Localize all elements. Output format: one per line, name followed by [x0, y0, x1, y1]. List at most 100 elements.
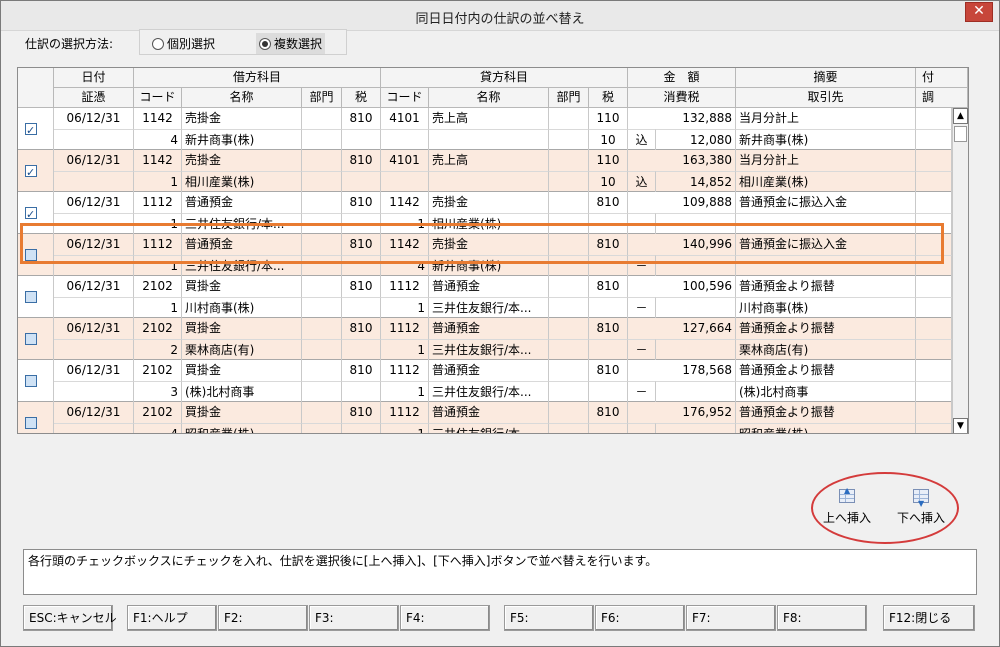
cell-c-code: 4101: [381, 108, 429, 129]
cell-c-sub-name: 三井住友銀行/本...: [429, 381, 549, 402]
cell-tax-mark: －: [628, 255, 656, 276]
insert-down-button[interactable]: ▼ 下へ挿入: [891, 489, 951, 526]
cell-empty: [916, 381, 952, 402]
header-check: [18, 68, 54, 108]
esc-cancel-button[interactable]: ESC:キャンセル: [23, 605, 117, 631]
row-check-cell: [18, 150, 54, 192]
insert-up-button[interactable]: ▲ 上へ挿入: [817, 486, 877, 526]
row-checkbox[interactable]: [25, 249, 37, 261]
row-check-cell: [18, 360, 54, 402]
radio-multiple-dot[interactable]: [259, 37, 271, 50]
cell-c-sub-tax: [589, 213, 628, 234]
cell-voucher: [54, 213, 134, 234]
cell-tax-mark: －: [628, 381, 656, 402]
row-checkbox[interactable]: [25, 121, 37, 141]
grid-rows: 06/12/311142売掛金8104新井商事(株)4101売上高1101013…: [18, 108, 952, 433]
window-title: 同日日付内の仕訳の並べ替え: [415, 12, 585, 27]
row-checkbox[interactable]: [25, 291, 37, 303]
cell-d-sub-name: (株)北村商事: [182, 381, 302, 402]
cell-tax-amount: [656, 297, 736, 318]
radio-individual[interactable]: 個別選択: [152, 35, 215, 52]
cell-empty: [916, 276, 952, 297]
f4-button[interactable]: F4:: [400, 605, 490, 631]
cell-c-code: 4101: [381, 150, 429, 171]
close-button[interactable]: ✕: [965, 2, 993, 22]
f12-close-button[interactable]: F12:閉じる: [883, 605, 975, 631]
cell-voucher: [54, 297, 134, 318]
selection-method-group: 個別選択 複数選択: [139, 29, 347, 55]
insert-up-icon: ▲: [839, 486, 855, 503]
cell-empty: [549, 213, 589, 234]
row-checkbox[interactable]: [25, 417, 37, 429]
cell-date: 06/12/31: [54, 108, 134, 129]
cell-empty: [302, 339, 342, 360]
scroll-thumb[interactable]: [954, 126, 967, 142]
table-row[interactable]: 06/12/311112普通預金8101三井住友銀行/本...1142売掛金81…: [18, 234, 952, 276]
cell-c-sub-code: 1: [381, 213, 429, 234]
table-row[interactable]: 06/12/311142売掛金8104新井商事(株)4101売上高1101013…: [18, 108, 952, 150]
cell-tax-mark: －: [628, 297, 656, 318]
header-credit-dept: 部門: [549, 88, 589, 108]
f3-button[interactable]: F3:: [309, 605, 399, 631]
cell-tax-amount: [656, 213, 736, 234]
row-checkbox[interactable]: [25, 333, 37, 345]
f2-button[interactable]: F2:: [218, 605, 308, 631]
f1-help-button[interactable]: F1:ヘルプ: [127, 605, 217, 631]
selection-method-label: 仕訳の選択方法:: [25, 37, 114, 51]
cell-empty: [549, 276, 589, 297]
scroll-down-button[interactable]: ▼: [953, 418, 968, 433]
cell-date: 06/12/31: [54, 234, 134, 255]
cell-empty: [302, 402, 342, 423]
cell-d-sub-name: 川村商事(株): [182, 297, 302, 318]
cell-d-code: 2102: [134, 276, 182, 297]
radio-multiple[interactable]: 複数選択: [256, 33, 326, 54]
radio-individual-label: 個別選択: [167, 37, 216, 51]
row-check-cell: [18, 318, 54, 360]
header-voucher: 証憑: [54, 88, 134, 108]
cell-empty: [549, 318, 589, 339]
f6-button[interactable]: F6:: [595, 605, 685, 631]
cell-c-sub-tax: [589, 339, 628, 360]
cell-empty: [916, 192, 952, 213]
cell-c-name: 普通預金: [429, 318, 549, 339]
cell-c-code: 1142: [381, 234, 429, 255]
cell-partner: 栗林商店(有): [736, 339, 916, 360]
cell-tax-amount: 14,852: [656, 171, 736, 192]
cell-d-sub-code: 4: [134, 423, 182, 433]
cell-summary: 当月分計上: [736, 150, 916, 171]
header-debit: 借方科目: [134, 68, 381, 88]
table-row[interactable]: 06/12/311142売掛金8101相川産業(株)4101売上高1101016…: [18, 150, 952, 192]
journal-grid: 日付 証憑 借方科目 コード 名称 部門 税 貸方科目 コード 名称 部門 税 …: [17, 67, 969, 434]
table-row[interactable]: 06/12/31 2102 買掛金 810 4 昭和産業(株) 1112 普通預金 810 1 三井…: [18, 402, 952, 433]
row-checkbox[interactable]: [25, 205, 37, 225]
cell-empty: [916, 360, 952, 381]
cell-d-code: 2102: [134, 318, 182, 339]
cell-c-sub-tax: [589, 255, 628, 276]
cell-tax-amount: [656, 381, 736, 402]
insert-down-icon: ▼: [913, 489, 929, 508]
table-row[interactable]: 06/12/31 2102 買掛金 810 1 川村商事(株) 1112 普通預金 810 1 三井…: [18, 276, 952, 318]
cell-voucher: [54, 255, 134, 276]
cell-c-sub-code: 1: [381, 297, 429, 318]
f8-button[interactable]: F8:: [777, 605, 867, 631]
cell-amount: 176,952: [628, 402, 736, 423]
f5-button[interactable]: F5:: [504, 605, 594, 631]
grid-scrollbar[interactable]: ▲ ▼: [952, 108, 968, 433]
cell-empty: [342, 213, 381, 234]
table-row[interactable]: 06/12/31 2102 買掛金 810 2 栗林商店(有) 1112 普通預金 810 1 三井…: [18, 318, 952, 360]
table-row[interactable]: 06/12/31 2102 買掛金 810 3 (株)北村商事 1112 普通預金 810 1 三井…: [18, 360, 952, 402]
cell-empty: [302, 192, 342, 213]
scroll-up-button[interactable]: ▲: [953, 108, 968, 124]
cell-partner: (株)北村商事: [736, 381, 916, 402]
cell-empty: [549, 423, 589, 433]
cell-c-sub-name: 三井住友銀行/本...: [429, 423, 549, 433]
radio-individual-dot[interactable]: [152, 37, 164, 50]
row-checkbox[interactable]: [25, 163, 37, 183]
cell-amount: 178,568: [628, 360, 736, 381]
table-row[interactable]: 06/12/311112普通預金8101三井住友銀行/本...1142売掛金81…: [18, 192, 952, 234]
cell-tax-amount: [656, 255, 736, 276]
f7-button[interactable]: F7:: [686, 605, 776, 631]
row-checkbox[interactable]: [25, 375, 37, 387]
cell-partner: 川村商事(株): [736, 297, 916, 318]
cell-c-sub-name: [429, 171, 549, 192]
